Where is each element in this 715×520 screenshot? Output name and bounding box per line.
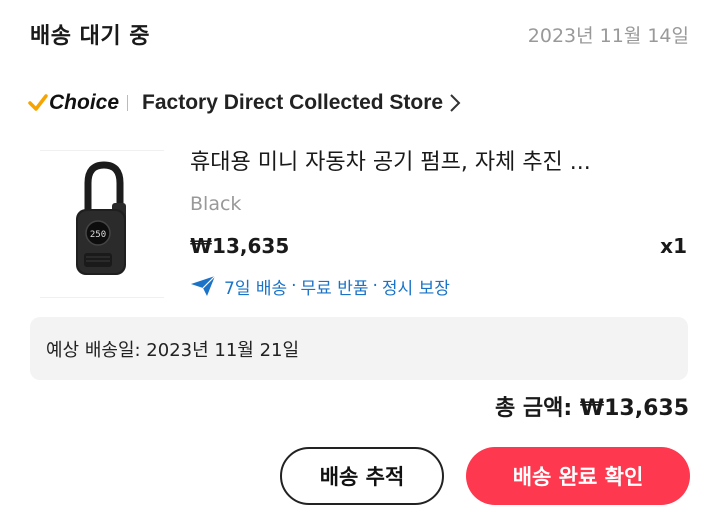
feature-on-time-guarantee: 정시 보장: [381, 278, 450, 299]
shipping-features: 7일 배송 · 무료 반품 · 정시 보장: [190, 272, 450, 300]
store-link[interactable]: Choice Factory Direct Collected Store: [28, 86, 689, 120]
chevron-right-icon[interactable]: [449, 93, 461, 113]
confirm-delivery-button[interactable]: 배송 완료 확인: [466, 447, 690, 505]
air-pump-image: 250: [76, 161, 126, 275]
product-quantity: x1: [660, 234, 687, 258]
product-price: ₩13,635: [190, 234, 290, 258]
estimated-delivery-box: 예상 배송일: 2023년 11월 21일: [30, 317, 688, 380]
product-variant: Black: [190, 193, 242, 215]
feature-separator: ·: [372, 276, 378, 296]
order-total: 총 금액: ₩13,635: [495, 396, 689, 421]
choice-badge-text: Choice: [49, 91, 120, 114]
store-name[interactable]: Factory Direct Collected Store: [142, 91, 443, 115]
choice-logo: Choice: [28, 91, 119, 115]
feature-fast-delivery: 7일 배송: [224, 278, 288, 299]
product-title[interactable]: 휴대용 미니 자동차 공기 펌프, 자체 추진 ...: [190, 144, 690, 180]
order-date: 2023년 11월 14일: [527, 24, 689, 47]
order-status: 배송 대기 중: [30, 24, 151, 49]
estimated-delivery-text: 예상 배송일: 2023년 11월 21일: [46, 339, 300, 361]
feature-free-returns: 무료 반품: [300, 278, 369, 299]
airplane-icon: [191, 275, 216, 296]
divider: [127, 95, 129, 111]
track-shipment-button[interactable]: 배송 추적: [280, 447, 444, 505]
pump-display-reading: 250: [90, 230, 106, 240]
order-header: 배송 대기 중 2023년 11월 14일: [30, 14, 689, 54]
checkmark-icon: [28, 94, 48, 111]
product-image[interactable]: 250: [40, 150, 164, 298]
feature-separator: ·: [291, 276, 297, 296]
